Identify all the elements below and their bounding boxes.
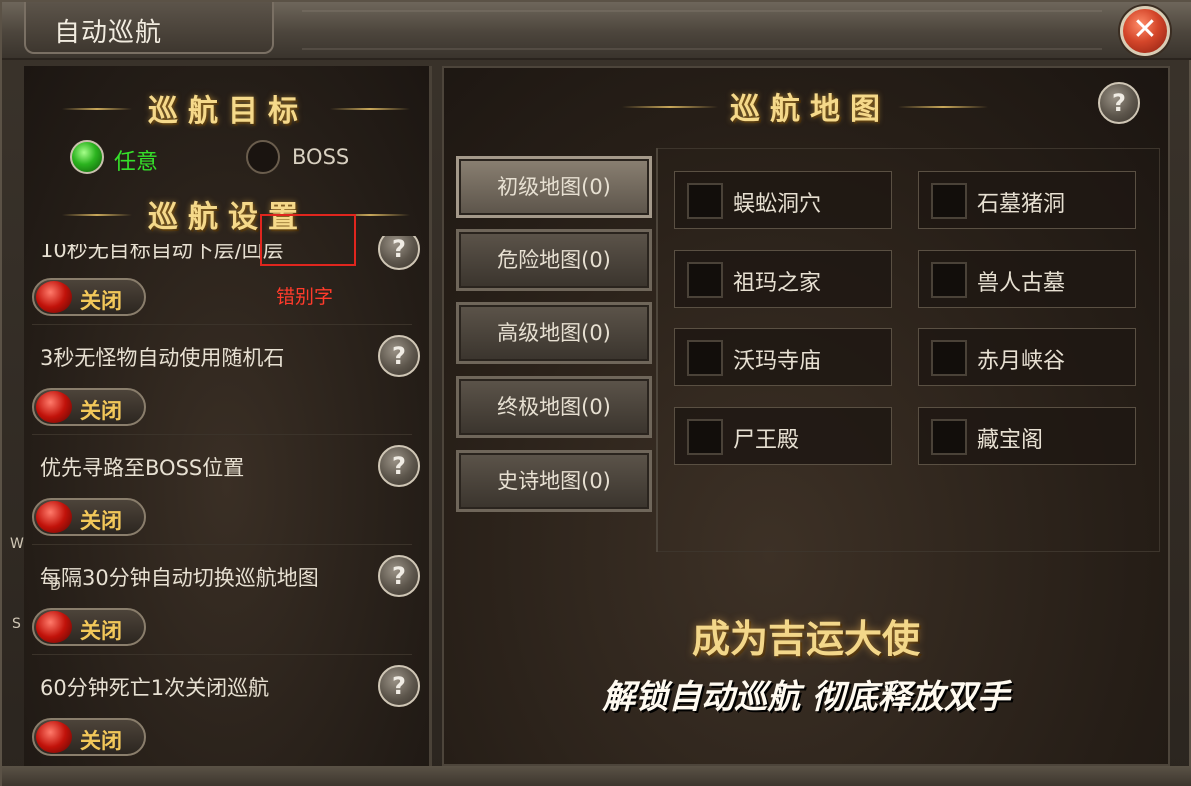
- map-item[interactable]: 兽人古墓: [918, 250, 1136, 308]
- toggle-switch[interactable]: 关闭: [32, 718, 146, 756]
- radio-boss[interactable]: [246, 140, 280, 174]
- radio-any[interactable]: [70, 140, 104, 174]
- heading-ornament: [62, 214, 132, 216]
- map-item[interactable]: 赤月峡谷: [918, 328, 1136, 386]
- toggle-switch[interactable]: 关闭: [32, 278, 146, 316]
- edge-letter: W: [10, 536, 24, 552]
- map-checkbox[interactable]: [687, 183, 723, 219]
- toggle-knob: [36, 391, 72, 423]
- map-item[interactable]: 蜈蚣洞穴: [674, 171, 892, 229]
- map-checkbox[interactable]: [687, 419, 723, 455]
- toggle-label: 关闭: [80, 289, 122, 313]
- help-icon[interactable]: ?: [378, 335, 420, 377]
- map-item[interactable]: 沃玛寺庙: [674, 328, 892, 386]
- tab-ultimate-maps[interactable]: 终极地图(0): [456, 376, 652, 438]
- map-item-label: 兽人古墓: [977, 271, 1066, 296]
- heading-ornament: [62, 108, 132, 110]
- edge-letter: D: [50, 578, 61, 594]
- setting-label: 3秒无怪物自动使用随机石: [40, 346, 285, 370]
- map-item-label: 尸王殿: [733, 428, 800, 453]
- map-checkbox[interactable]: [931, 183, 967, 219]
- map-item[interactable]: 尸王殿: [674, 407, 892, 465]
- promo-subtitle: 解锁自动巡航 彻底释放双手: [602, 677, 1010, 716]
- tab-epic-maps[interactable]: 史诗地图(0): [456, 450, 652, 512]
- map-checkbox[interactable]: [931, 262, 967, 298]
- toggle-label: 关闭: [80, 399, 122, 423]
- toggle-label: 关闭: [80, 509, 122, 533]
- map-checkbox[interactable]: [687, 262, 723, 298]
- bottom-border: [2, 766, 1191, 786]
- setting-label: 优先寻路至BOSS位置: [40, 456, 245, 480]
- close-button[interactable]: ✕: [1120, 6, 1170, 56]
- typo-highlight-box: [260, 214, 356, 266]
- radio-boss-label: BOSS: [292, 145, 350, 169]
- map-item-label: 赤月峡谷: [977, 349, 1066, 374]
- toggle-label: 关闭: [80, 729, 122, 753]
- map-checkbox[interactable]: [931, 340, 967, 376]
- tab-danger-maps[interactable]: 危险地图(0): [456, 229, 652, 291]
- toggle-knob: [36, 281, 72, 313]
- cruise-target-heading: 巡航目标: [148, 94, 308, 129]
- toggle-knob: [36, 721, 72, 753]
- typo-annotation: 错别字: [276, 286, 334, 308]
- auto-cruise-window: 自动巡航 ✕ 巡航目标 任意 BOSS 巡航设置 10秒无目标自动下层/回层 ?…: [0, 0, 1191, 786]
- help-icon[interactable]: ?: [378, 445, 420, 487]
- map-checkbox[interactable]: [687, 340, 723, 376]
- heading-ornament: [330, 108, 410, 110]
- divider: [32, 434, 412, 435]
- map-item[interactable]: 祖玛之家: [674, 250, 892, 308]
- setting-label: 每隔30分钟自动切换巡航地图: [40, 566, 319, 590]
- radio-any-label: 任意: [114, 150, 159, 175]
- heading-ornament: [622, 106, 718, 108]
- toggle-switch[interactable]: 关闭: [32, 498, 146, 536]
- divider: [32, 324, 412, 325]
- map-item-label: 石墓猪洞: [977, 192, 1066, 217]
- toggle-switch[interactable]: 关闭: [32, 388, 146, 426]
- map-help-icon[interactable]: ?: [1098, 82, 1140, 124]
- promo-title: 成为吉运大使: [691, 616, 920, 661]
- tab-advanced-maps[interactable]: 高级地图(0): [456, 302, 652, 364]
- map-item-label: 藏宝阁: [977, 428, 1044, 453]
- heading-ornament: [898, 106, 988, 108]
- cruise-map-heading: 巡航地图: [730, 92, 890, 127]
- map-item-label: 祖玛之家: [733, 271, 822, 296]
- title-ornament: [302, 10, 1102, 50]
- toggle-knob: [36, 501, 72, 533]
- map-checkbox[interactable]: [931, 419, 967, 455]
- divider: [32, 544, 412, 545]
- map-item-label: 沃玛寺庙: [733, 349, 822, 374]
- help-icon[interactable]: ?: [378, 555, 420, 597]
- window-title: 自动巡航: [54, 18, 163, 48]
- map-item-label: 蜈蚣洞穴: [733, 192, 822, 217]
- map-item[interactable]: 石墓猪洞: [918, 171, 1136, 229]
- tab-beginner-maps[interactable]: 初级地图(0): [456, 156, 652, 218]
- map-item[interactable]: 藏宝阁: [918, 407, 1136, 465]
- title-bar: 自动巡航 ✕: [2, 2, 1191, 60]
